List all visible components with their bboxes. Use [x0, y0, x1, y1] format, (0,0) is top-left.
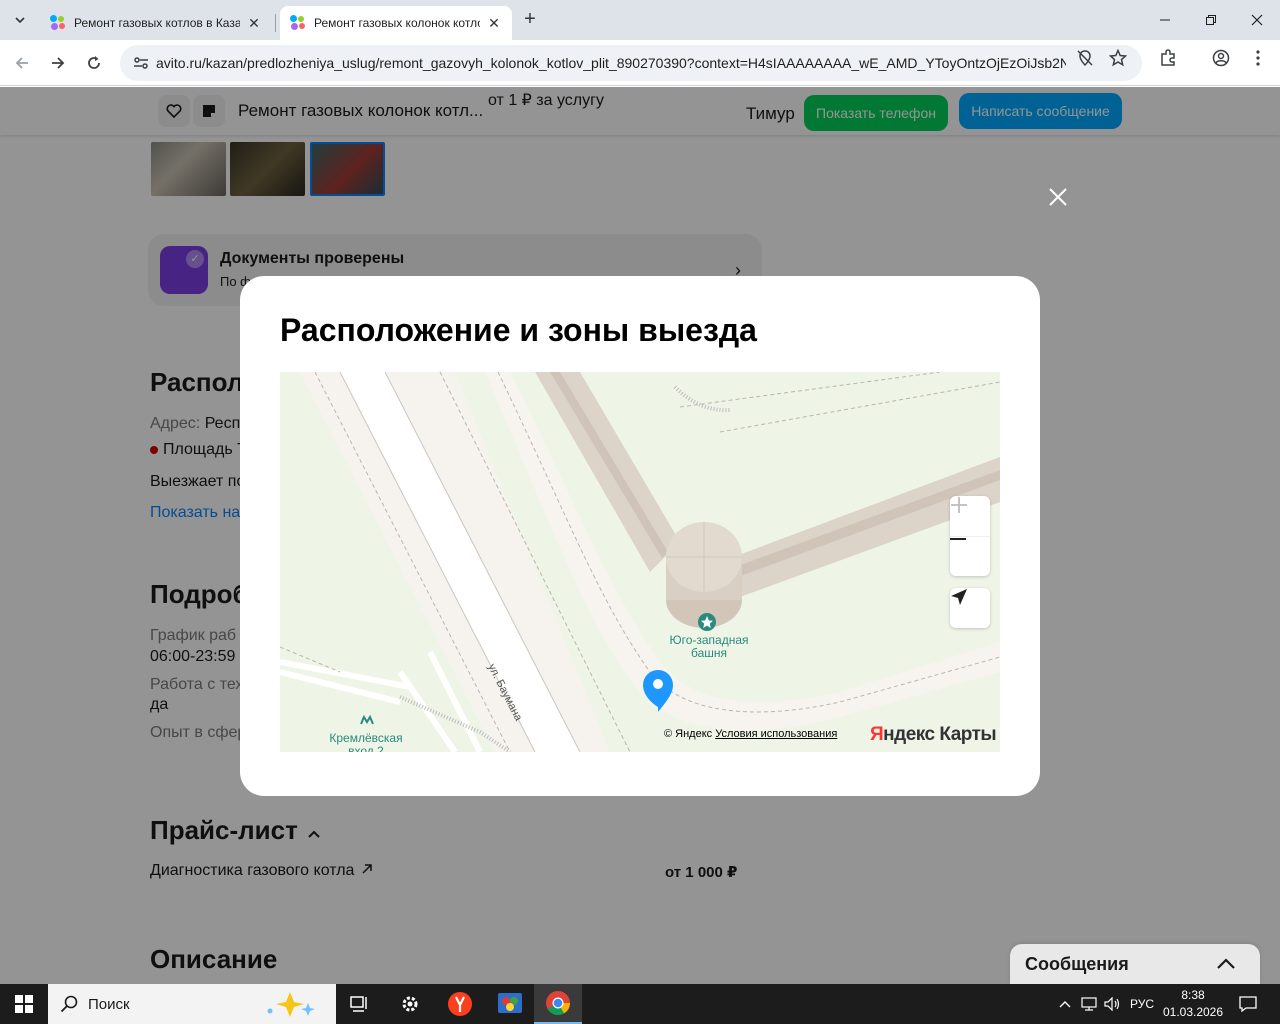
restore-button[interactable] — [1188, 0, 1234, 40]
tray-expand-button[interactable] — [1054, 984, 1076, 1024]
back-button[interactable] — [8, 49, 36, 77]
tab-inactive[interactable]: Ремонт газовых котлов в Казан ✕ — [40, 6, 272, 40]
notification-icon — [1239, 996, 1257, 1012]
copyright-text: © Яндекс — [664, 728, 713, 740]
task-view-button[interactable] — [336, 984, 384, 1024]
tab-close-icon[interactable]: ✕ — [486, 15, 502, 31]
input-language[interactable]: РУС — [1126, 984, 1158, 1024]
browser-tab-bar: Ремонт газовых котлов в Казан ✕ Ремонт г… — [0, 0, 1280, 40]
start-button[interactable] — [0, 984, 48, 1024]
minus-icon — [950, 538, 966, 540]
arrow-right-icon — [52, 57, 65, 69]
tab-search-button[interactable] — [6, 6, 34, 34]
tab-title: Ремонт газовых колонок котло — [314, 16, 480, 30]
windows-logo-icon — [15, 995, 33, 1013]
yandex-browser-app[interactable] — [436, 984, 484, 1024]
arrow-left-icon — [15, 57, 28, 69]
chevron-up-icon[interactable] — [1216, 954, 1236, 974]
control-panel-icon — [498, 993, 522, 1013]
system-clock[interactable]: 8:38 01.03.2026 — [1160, 987, 1226, 1021]
metro-exit-label: Кремлёвская вход 2 — [329, 731, 403, 753]
taskbar-search[interactable]: Поиск — [48, 984, 336, 1024]
site-settings-icon[interactable] — [126, 55, 156, 71]
control-panel-app[interactable] — [486, 984, 534, 1024]
location-off-icon[interactable] — [1076, 49, 1094, 67]
modal-title: Расположение и зоны выезда — [280, 312, 757, 348]
forward-button[interactable] — [44, 49, 72, 77]
volume-icon[interactable] — [1102, 984, 1124, 1024]
zoom-out-button[interactable] — [950, 536, 990, 576]
yandex-browser-icon — [448, 992, 472, 1016]
clock-time: 8:38 — [1181, 988, 1205, 1002]
map-copyright: © Яндекс Условия использования — [664, 728, 837, 740]
modal-close-icon[interactable] — [1046, 185, 1070, 209]
gear-icon — [402, 996, 418, 1012]
page-content: Ремонт газовых колонок котл... от 1 ₽ за… — [0, 87, 1280, 984]
new-tab-button[interactable]: + — [518, 8, 542, 32]
notifications-button[interactable] — [1234, 984, 1262, 1024]
chevron-down-icon — [15, 17, 25, 24]
geolocation-button[interactable] — [950, 588, 990, 628]
messages-widget[interactable]: Сообщения — [1010, 944, 1260, 984]
close-icon — [1251, 14, 1263, 26]
avito-favicon-icon — [50, 15, 66, 31]
chevron-up-icon — [1059, 1001, 1071, 1008]
browser-toolbar: avito.ru/kazan/predlozheniya_uslug/remon… — [0, 40, 1280, 86]
yandex-maps-logo[interactable]: Яндекс Карты — [870, 724, 997, 746]
navigation-arrow-icon — [951, 589, 967, 605]
settings-app[interactable] — [386, 984, 434, 1024]
clock-date: 01.03.2026 — [1162, 1005, 1224, 1019]
tab-divider — [275, 14, 276, 32]
plus-icon — [951, 497, 967, 513]
copilot-sparkle-icon — [267, 992, 315, 1017]
tab-close-icon[interactable]: ✕ — [246, 15, 262, 31]
tab-active[interactable]: Ремонт газовых колонок котло ✕ — [280, 6, 512, 40]
profile-icon[interactable] — [1212, 49, 1230, 67]
map-canvas — [280, 372, 1000, 752]
tab-title: Ремонт газовых котлов в Казан — [74, 16, 240, 30]
extensions-icon[interactable] — [1159, 49, 1177, 67]
chrome-icon — [546, 991, 570, 1016]
restore-icon — [1206, 15, 1216, 25]
messages-label: Сообщения — [1025, 954, 1129, 974]
zoom-controls — [950, 496, 990, 576]
bookmark-star-icon[interactable] — [1109, 49, 1127, 67]
reload-icon — [88, 56, 100, 69]
menu-kebab-icon[interactable] — [1249, 49, 1267, 67]
minimize-button[interactable] — [1142, 0, 1188, 40]
poi-tower-label: Юго-западная башня — [669, 633, 749, 660]
search-icon — [60, 995, 78, 1013]
task-view-icon — [350, 996, 367, 1012]
terms-link[interactable]: Условия использования — [715, 728, 837, 740]
reload-button[interactable] — [80, 49, 108, 77]
avito-favicon-icon — [290, 15, 306, 31]
location-modal: Расположение и зоны выезда Юго-западная … — [240, 276, 1040, 796]
zoom-in-button[interactable] — [950, 496, 990, 536]
address-bar[interactable]: avito.ru/kazan/predlozheniya_uslug/remon… — [120, 45, 1142, 81]
chrome-app[interactable] — [534, 984, 582, 1024]
network-icon[interactable] — [1078, 984, 1100, 1024]
close-window-button[interactable] — [1234, 0, 1280, 40]
url-text: avito.ru/kazan/predlozheniya_uslug/remon… — [156, 55, 1066, 71]
yandex-map[interactable]: Юго-западная башня ул. Баумана Кремлёвск… — [280, 372, 1000, 752]
minimize-icon — [1160, 19, 1170, 21]
taskbar-search-placeholder: Поиск — [88, 995, 130, 1013]
windows-taskbar: Поиск РУС 8:38 01.03.2026 — [0, 984, 1280, 1024]
